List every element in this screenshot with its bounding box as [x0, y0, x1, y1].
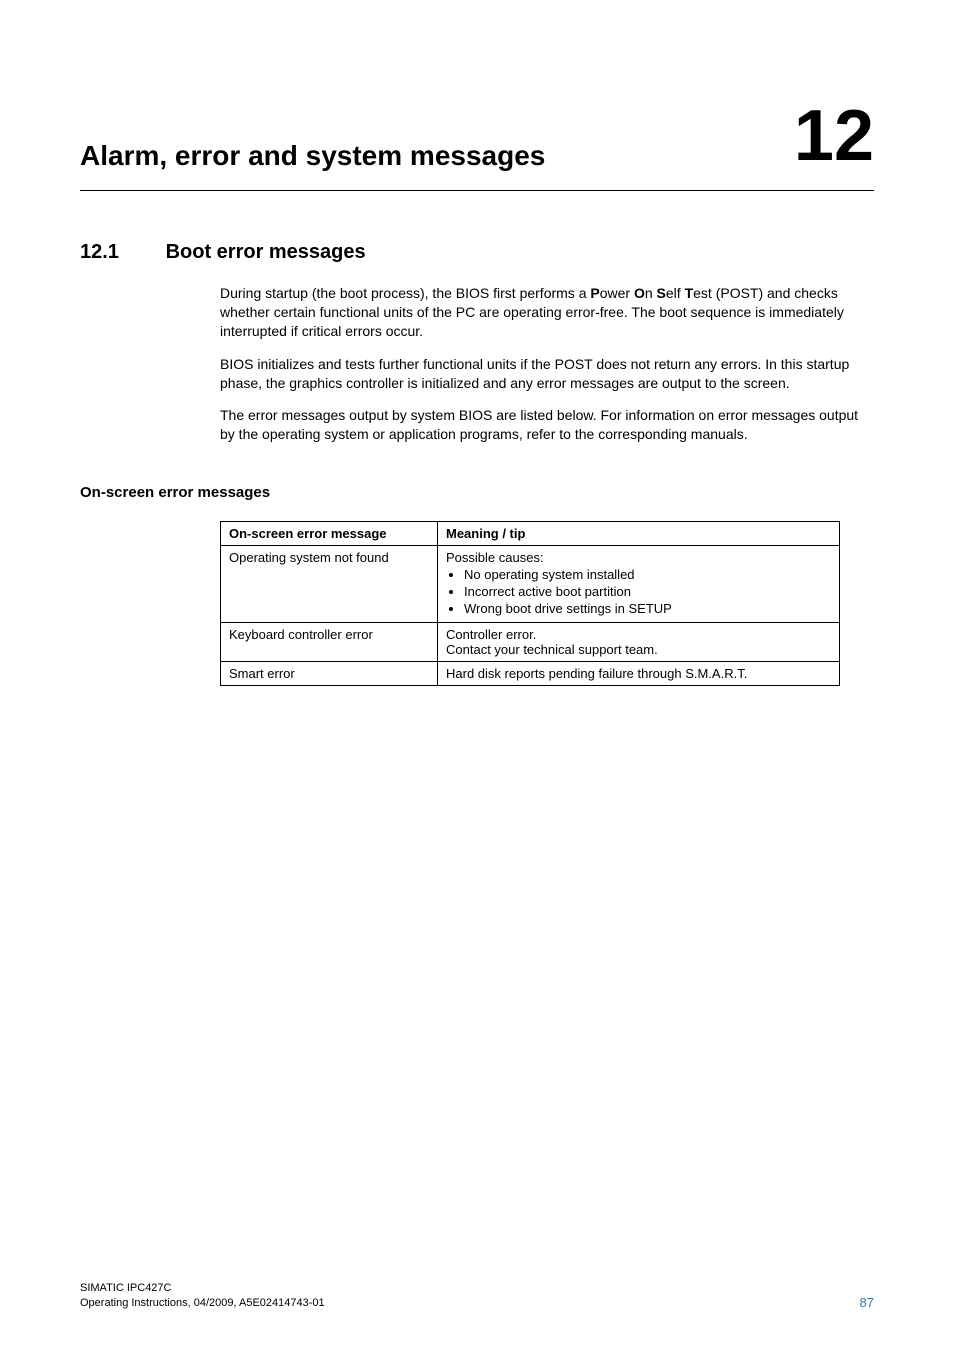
footer-line-1: SIMATIC IPC427C [80, 1282, 172, 1294]
cell-lead: Possible causes: [446, 550, 544, 565]
cell-line: Controller error. [446, 627, 536, 642]
paragraph-3: The error messages output by system BIOS… [220, 406, 874, 444]
text-run: During startup (the boot process), the B… [220, 285, 590, 301]
cell-meaning: Possible causes: No operating system ins… [438, 546, 840, 623]
list-item: Wrong boot drive settings in SETUP [464, 601, 831, 616]
cell-list: No operating system installed Incorrect … [446, 567, 831, 616]
table-header-row: On-screen error message Meaning / tip [221, 522, 840, 546]
bold-t: T [685, 285, 694, 301]
page-footer: SIMATIC IPC427C Operating Instructions, … [80, 1281, 874, 1310]
table-row: Smart error Hard disk reports pending fa… [221, 662, 840, 686]
text-run: elf [666, 285, 685, 301]
section-number: 12.1 [80, 241, 160, 264]
chapter-header: Alarm, error and system messages 12 [80, 100, 874, 172]
subheading: On-screen error messages [80, 484, 874, 501]
cell-meaning: Hard disk reports pending failure throug… [438, 662, 840, 686]
bold-o: O [634, 285, 645, 301]
text-run: n [645, 285, 657, 301]
body-text: During startup (the boot process), the B… [220, 284, 874, 444]
text-run: ower [600, 285, 634, 301]
cell-message: Operating system not found [221, 546, 438, 623]
bold-p: P [590, 285, 599, 301]
divider [80, 190, 874, 191]
chapter-title: Alarm, error and system messages [80, 140, 545, 172]
chapter-number: 12 [794, 100, 874, 172]
table-row: Keyboard controller error Controller err… [221, 623, 840, 662]
page-number: 87 [860, 1295, 874, 1310]
cell-line: Contact your technical support team. [446, 642, 658, 657]
list-item: Incorrect active boot partition [464, 584, 831, 599]
table-row: Operating system not found Possible caus… [221, 546, 840, 623]
table-header-message: On-screen error message [221, 522, 438, 546]
section-title: Boot error messages [166, 241, 366, 263]
cell-message: Keyboard controller error [221, 623, 438, 662]
bold-s: S [657, 285, 666, 301]
paragraph-1: During startup (the boot process), the B… [220, 284, 874, 341]
table-header-meaning: Meaning / tip [438, 522, 840, 546]
paragraph-2: BIOS initializes and tests further funct… [220, 355, 874, 393]
cell-meaning: Controller error. Contact your technical… [438, 623, 840, 662]
cell-message: Smart error [221, 662, 438, 686]
footer-line-2: Operating Instructions, 04/2009, A5E0241… [80, 1297, 325, 1309]
section-heading: 12.1 Boot error messages [80, 241, 874, 264]
list-item: No operating system installed [464, 567, 831, 582]
footer-left: SIMATIC IPC427C Operating Instructions, … [80, 1281, 325, 1310]
error-table: On-screen error message Meaning / tip Op… [220, 521, 840, 686]
